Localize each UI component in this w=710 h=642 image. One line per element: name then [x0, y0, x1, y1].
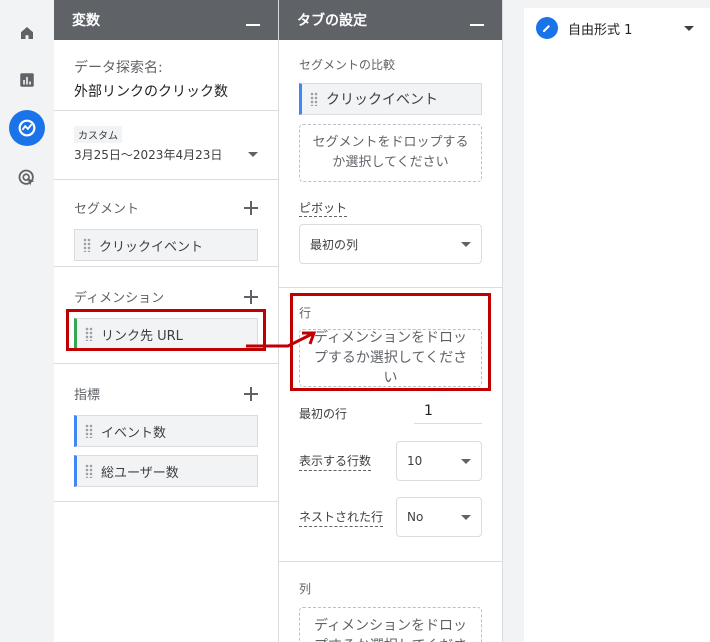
add-segment-icon[interactable]: [244, 200, 258, 215]
variables-header: 変数: [54, 0, 278, 40]
segments-section: セグメント クリックイベント: [54, 180, 278, 267]
exploration-name-section: データ探索名: 外部リンクのクリック数: [54, 40, 278, 111]
segment-chip[interactable]: クリックイベント: [74, 229, 258, 261]
add-metric-icon[interactable]: [244, 386, 258, 401]
variables-title: 変数: [72, 13, 100, 29]
pivot-select[interactable]: 最初の列: [299, 224, 482, 264]
date-range-section[interactable]: カスタム 3月25日～2023年4月23日: [54, 111, 278, 180]
nested-rows-value: No: [407, 510, 424, 524]
tab-settings-title: タブの設定: [297, 13, 367, 29]
pivot-label: ピボット: [299, 201, 348, 217]
chevron-down-icon[interactable]: [684, 25, 694, 31]
drag-handle-icon[interactable]: [85, 464, 93, 478]
arrow-icon: [246, 331, 317, 348]
minimize-icon[interactable]: [246, 24, 260, 26]
exploration-name[interactable]: 外部リンクのクリック数: [74, 81, 258, 101]
show-rows-select[interactable]: 10: [396, 441, 482, 481]
metric-chip-label: 総ユーザー数: [101, 465, 179, 481]
segment-compare-label: セグメントの比較: [299, 58, 396, 72]
canvas-tab[interactable]: 自由形式 1: [524, 8, 710, 48]
exploration-label: データ探索名:: [74, 60, 163, 76]
columns-section: 列 ディメンションをドロップするか選択してください: [279, 562, 502, 642]
explore-icon: [18, 119, 36, 137]
metric-chip[interactable]: イベント数: [74, 415, 258, 447]
segment-compare-chip-label: クリックイベント: [326, 92, 438, 108]
segment-drop-zone[interactable]: セグメントをドロップするか選択してください: [299, 124, 482, 182]
highlight-box: [290, 293, 491, 391]
segment-chip-label: クリックイベント: [99, 239, 204, 255]
drag-handle-icon[interactable]: [83, 238, 91, 252]
chevron-down-icon: [461, 514, 471, 520]
segment-compare-section: セグメントの比較 クリックイベント セグメントをドロップするか選択してください …: [279, 40, 502, 288]
columns-drop-zone[interactable]: ディメンションをドロップするか選択してください: [299, 607, 482, 642]
drag-handle-icon[interactable]: [85, 424, 93, 438]
nested-rows-select[interactable]: No: [396, 497, 482, 537]
metric-chip-label: イベント数: [101, 425, 167, 441]
date-dropdown-icon[interactable]: [248, 152, 258, 157]
columns-label: 列: [299, 582, 312, 596]
nav-rail: [0, 0, 54, 642]
segment-compare-chip[interactable]: クリックイベント: [299, 83, 482, 115]
canvas-tab-label: 自由形式 1: [568, 22, 633, 38]
pivot-value: 最初の列: [310, 237, 359, 252]
add-dimension-icon[interactable]: [244, 289, 258, 304]
tab-settings-header: タブの設定: [279, 0, 502, 40]
minimize-icon[interactable]: [470, 24, 484, 26]
dimensions-label: ディメンション: [74, 291, 165, 306]
metrics-section: 指標 イベント数 総ユーザー数: [54, 364, 278, 502]
nested-rows-label: ネストされた行: [299, 508, 384, 527]
nav-home[interactable]: [9, 15, 45, 51]
metrics-label: 指標: [74, 388, 101, 403]
advertising-icon: [18, 169, 35, 186]
show-rows-label: 表示する行数: [299, 452, 372, 471]
metric-chip[interactable]: 総ユーザー数: [74, 455, 258, 487]
date-badge: カスタム: [74, 126, 122, 143]
nav-explore[interactable]: [9, 110, 45, 146]
segments-label: セグメント: [74, 202, 140, 217]
edit-pencil-icon: [536, 17, 558, 39]
first-row-label: 最初の行: [299, 406, 348, 421]
drag-handle-icon[interactable]: [310, 92, 318, 106]
highlight-box: [66, 309, 266, 351]
home-icon: [21, 27, 33, 39]
reports-icon: [20, 73, 34, 87]
canvas-panel: 自由形式 1: [524, 8, 710, 642]
nav-reports[interactable]: [9, 62, 45, 98]
chevron-down-icon: [461, 241, 471, 247]
chevron-down-icon: [461, 458, 471, 464]
date-range: 3月25日～2023年4月23日: [74, 148, 223, 162]
first-row-input[interactable]: 1: [414, 403, 482, 424]
show-rows-value: 10: [407, 454, 423, 468]
nav-advertising[interactable]: [9, 160, 45, 196]
